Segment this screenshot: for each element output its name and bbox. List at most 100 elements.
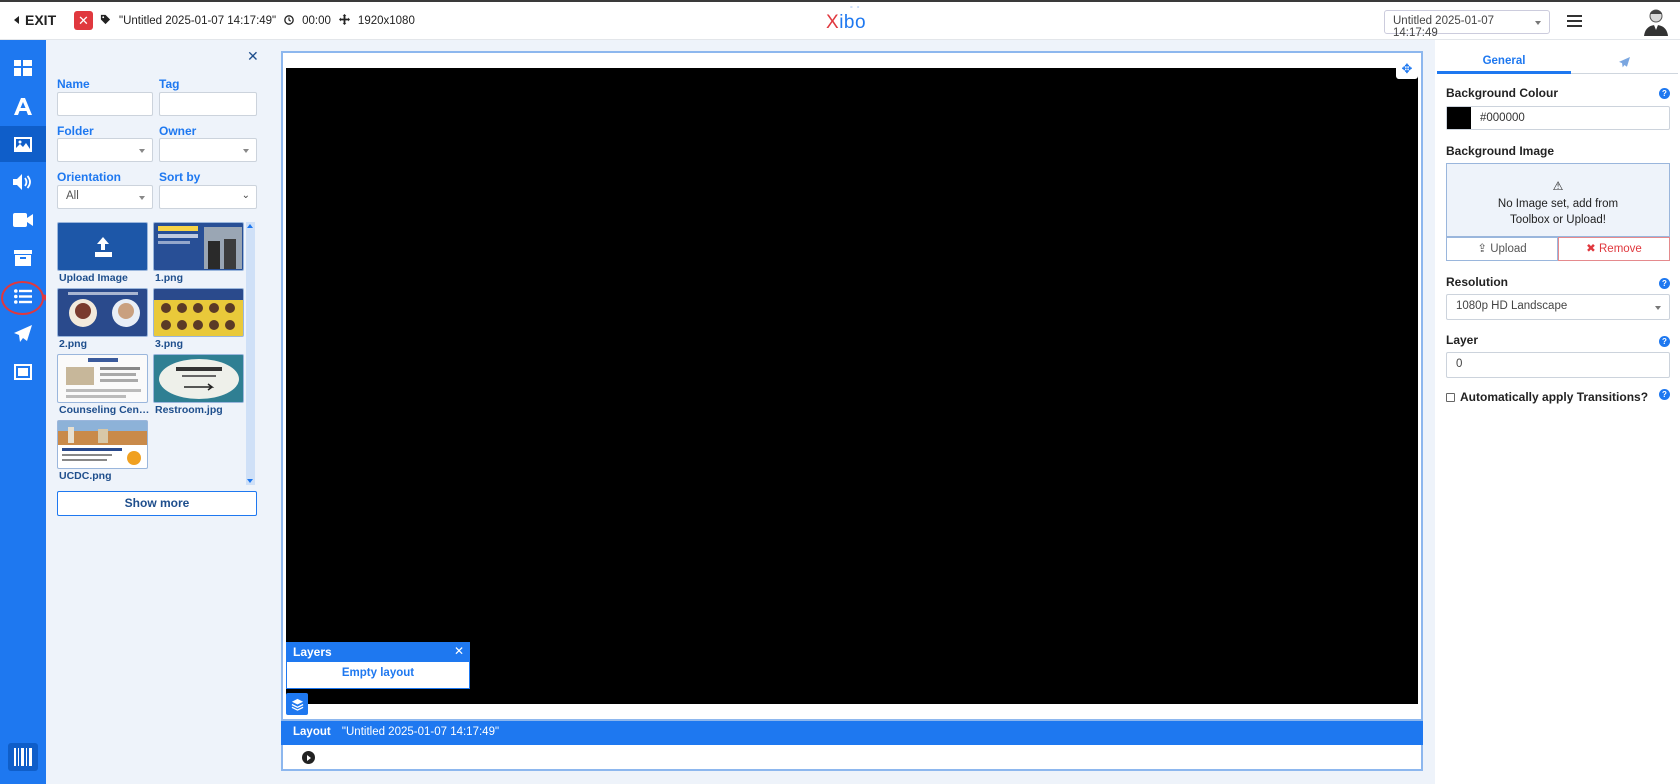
layout-bar-label: Layout <box>293 726 331 738</box>
layout-info-bar: Layout "Untitled 2025-01-07 14:17:49" <box>281 721 1423 745</box>
show-more-button[interactable]: Show more <box>57 491 257 516</box>
move-arrows-icon[interactable]: ✥ <box>1396 59 1418 79</box>
name-input[interactable] <box>57 92 153 116</box>
exit-label: EXIT <box>25 12 57 28</box>
close-icon[interactable]: ✕ <box>74 11 93 30</box>
media-tile[interactable] <box>57 354 148 403</box>
layers-icon[interactable] <box>286 693 308 715</box>
audio-icon[interactable] <box>0 164 46 200</box>
video-icon[interactable] <box>0 202 46 238</box>
layer-input[interactable]: 0 <box>1446 352 1670 378</box>
chevron-down-icon <box>139 149 145 153</box>
layout-icon[interactable] <box>0 354 46 390</box>
chevron-down-icon <box>1655 306 1661 310</box>
upload-button[interactable]: ⇪ Upload <box>1446 237 1558 261</box>
resolution-label: Resolution <box>1446 275 1508 289</box>
bg-image-label: Background Image <box>1446 144 1555 158</box>
upload-icon: ⇪ <box>1477 243 1487 255</box>
close-layers-icon[interactable]: ✕ <box>454 644 464 658</box>
archive-icon[interactable] <box>0 240 46 276</box>
name-label: Name <box>57 77 90 91</box>
scroll-down-icon[interactable] <box>247 479 253 483</box>
resolution-select[interactable]: 1080p HD Landscape <box>1446 294 1670 320</box>
upload-image-tile[interactable] <box>57 222 148 271</box>
timeline-bar <box>281 745 1423 771</box>
sortby-label: Sort by <box>159 170 201 184</box>
layout-canvas[interactable] <box>286 68 1418 704</box>
tab-actions[interactable] <box>1571 50 1678 74</box>
auto-transitions-checkbox[interactable] <box>1446 392 1455 402</box>
tag-icon <box>100 14 111 28</box>
media-tile[interactable] <box>153 222 244 271</box>
tag-input[interactable] <box>159 92 257 116</box>
colour-swatch[interactable] <box>1447 107 1471 129</box>
layout-bar-name: "Untitled 2025-01-07 14:17:49" <box>341 726 500 738</box>
sortby-select[interactable]: ⌄ <box>159 185 257 209</box>
scroll-up-icon[interactable] <box>247 224 253 228</box>
duration: 00:00 <box>302 15 331 27</box>
tile-label: 3.png <box>155 338 183 350</box>
layers-title: Layers <box>293 645 332 659</box>
orientation-label: Orientation <box>57 170 122 184</box>
paper-plane-icon <box>1619 57 1630 68</box>
warning-icon: ⚠ <box>1552 179 1564 193</box>
caret-left-icon <box>14 16 19 24</box>
tile-label: 2.png <box>59 338 87 350</box>
remove-button[interactable]: ✖ Remove <box>1558 237 1670 261</box>
xibo-logo: Xibo ° ° <box>826 6 867 33</box>
bg-colour-input[interactable]: #000000 <box>1446 106 1670 130</box>
resolution: 1920x1080 <box>357 15 415 27</box>
orientation-select[interactable]: All <box>57 185 153 209</box>
widgets-icon[interactable] <box>0 50 46 86</box>
toolbox-scrollbar[interactable] <box>246 222 255 485</box>
chevron-down-icon <box>1535 21 1541 25</box>
tile-label: Upload Image <box>59 272 128 284</box>
media-tile[interactable] <box>153 288 244 337</box>
owner-select[interactable] <box>159 138 257 162</box>
folder-label: Folder <box>57 124 94 138</box>
auto-transitions-row: Automatically apply Transitions? <box>1446 390 1648 404</box>
image-icon[interactable] <box>0 126 46 162</box>
layer-label: Layer <box>1446 333 1479 347</box>
clock-icon <box>284 14 294 28</box>
tile-label: Restroom.jpg <box>155 404 223 416</box>
tile-label: Counseling Center... <box>59 404 151 416</box>
layout-info: "Untitled 2025-01-07 14:17:49" 00:00 192… <box>100 14 415 28</box>
exit-button[interactable]: EXIT <box>14 12 56 28</box>
tab-general[interactable]: General <box>1437 50 1571 74</box>
chevron-down-icon <box>243 149 249 153</box>
layers-panel: Layers ✕ Empty layout <box>286 642 470 689</box>
chevron-down-icon: ⌄ <box>241 190 250 201</box>
menu-icon[interactable] <box>1567 15 1582 30</box>
layout-select[interactable]: Untitled 2025-01-07 14:17:49 <box>1384 10 1550 39</box>
bg-colour-label: Background Colour <box>1446 86 1559 100</box>
owner-label: Owner <box>159 124 197 138</box>
auto-transitions-label: Automatically apply Transitions? <box>1460 390 1649 404</box>
help-icon[interactable]: ? <box>1659 389 1670 400</box>
chevron-down-icon <box>139 196 145 200</box>
layers-empty-text: Empty layout <box>341 667 415 679</box>
avatar[interactable] <box>1641 6 1671 36</box>
help-icon[interactable]: ? <box>1659 336 1670 347</box>
tile-label: 1.png <box>155 272 183 284</box>
media-tile[interactable] <box>57 288 148 337</box>
left-toolbar <box>0 40 46 784</box>
play-icon[interactable] <box>302 751 315 764</box>
tag-label: Tag <box>159 77 180 91</box>
upload-icon <box>95 237 112 257</box>
bg-image-dropzone: ⚠ No Image set, add from Toolbox or Uplo… <box>1446 163 1670 237</box>
paper-plane-icon[interactable] <box>0 316 46 352</box>
text-icon[interactable] <box>0 88 46 124</box>
barcode-icon[interactable] <box>8 743 38 771</box>
top-bar: EXIT ✕ "Untitled 2025-01-07 14:17:49" 00… <box>0 0 1680 40</box>
annotation-circle <box>1 281 44 315</box>
help-icon[interactable]: ? <box>1659 278 1670 289</box>
help-icon[interactable]: ? <box>1659 88 1670 99</box>
media-tile[interactable] <box>153 354 244 403</box>
media-tile[interactable] <box>57 420 148 469</box>
move-arrows-icon <box>338 14 350 28</box>
tile-label: UCDC.png <box>59 470 112 482</box>
folder-select[interactable] <box>57 138 153 162</box>
close-toolbox-icon[interactable]: ✕ <box>247 48 259 65</box>
layout-name: "Untitled 2025-01-07 14:17:49" <box>119 15 277 27</box>
